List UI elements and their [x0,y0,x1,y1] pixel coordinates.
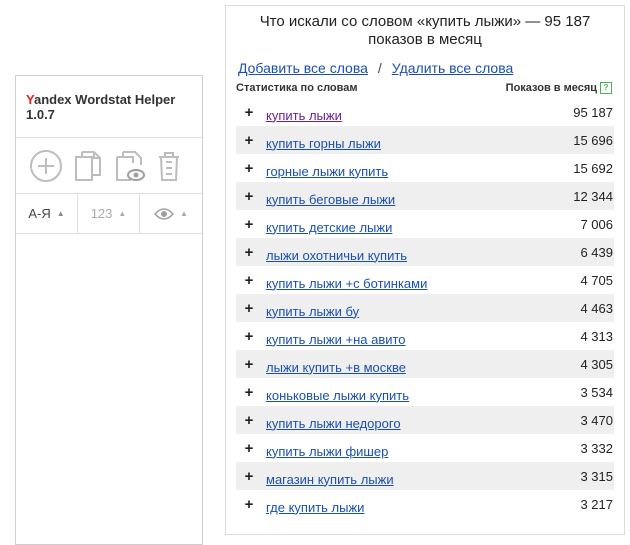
phrase-link[interactable]: лыжи охотничьи купить [266,248,580,263]
table-row: + купить лыжи фишер 3 332 [236,434,614,462]
eye-icon [154,207,175,220]
sort-alphabetical-button[interactable]: А-Я ▲ [16,194,77,233]
remove-all-words-link[interactable]: Удалить все слова [392,60,513,76]
phrase-count: 4 705 [580,272,613,288]
sort-arrow-up-icon: ▲ [180,209,188,218]
phrase-count: 15 692 [573,160,613,176]
panel-version: 1.0.7 [26,107,55,122]
help-icon[interactable]: ? [600,82,612,95]
table-row: + купить детские лыжи 7 006 [236,210,614,238]
table-row: + лыжи купить +в москве 4 305 [236,350,614,378]
phrase-count: 4 313 [580,328,613,344]
phrase-count: 3 470 [580,412,613,428]
add-phrase-plus-icon[interactable]: + [242,132,256,149]
sort-by-views-button[interactable]: ▲ [139,194,202,233]
add-phrase-plus-icon[interactable]: + [242,188,256,205]
table-row: + коньковые лыжи купить 3 534 [236,378,614,406]
sort-alphabetical-label: А-Я [28,206,51,221]
copy-button[interactable] [69,148,105,184]
trash-icon [159,151,179,181]
table-row: + купить лыжи недорого 3 470 [236,406,614,434]
table-row: + где купить лыжи 3 217 [236,490,614,518]
panel-toolbar [16,138,202,194]
phrase-link[interactable]: купить лыжи [266,108,573,123]
table-row: + купить лыжи бу 4 463 [236,294,614,322]
add-button[interactable] [28,148,64,184]
add-phrase-plus-icon[interactable]: + [242,216,256,233]
phrase-count: 6 439 [580,244,613,260]
phrase-count: 4 463 [580,300,613,316]
add-phrase-plus-icon[interactable]: + [242,328,256,345]
add-phrase-plus-icon[interactable]: + [242,356,256,373]
clear-button[interactable] [151,148,187,184]
phrase-link[interactable]: магазин купить лыжи [266,472,580,487]
add-phrase-plus-icon[interactable]: + [242,468,256,485]
add-phrase-plus-icon[interactable]: + [242,384,256,401]
table-row: + купить лыжи +на авито 4 313 [236,322,614,350]
plus-circle-icon [30,149,62,182]
wordstat-helper-panel: Yandex Wordstat Helper 1.0.7 А-Я ▲ 123 ▲… [15,75,203,545]
phrase-count: 3 315 [580,468,613,484]
add-phrase-plus-icon[interactable]: + [242,496,256,513]
phrase-link[interactable]: лыжи купить +в москве [266,360,580,375]
phrase-link[interactable]: купить горны лыжи [266,136,573,151]
phrase-link[interactable]: купить лыжи фишер [266,444,580,459]
phrase-link[interactable]: купить лыжи +с ботинками [266,276,580,291]
phrase-link[interactable]: купить лыжи бу [266,304,580,319]
phrase-count: 3 534 [580,384,613,400]
phrase-link[interactable]: купить детские лыжи [266,220,580,235]
copy-with-counts-button[interactable] [110,148,146,184]
add-phrase-plus-icon[interactable]: + [242,244,256,261]
sort-numeric-label: 123 [90,206,113,221]
phrase-link[interactable]: коньковые лыжи купить [266,388,580,403]
phrase-link[interactable]: купить лыжи +на авито [266,332,580,347]
table-row: + горные лыжи купить 15 692 [236,154,614,182]
table-row: + купить горны лыжи 15 696 [236,126,614,154]
panel-title-text: andex Wordstat Helper [33,92,176,107]
phrase-link[interactable]: купить беговые лыжи [266,192,573,207]
sort-arrow-up-icon: ▲ [118,209,127,218]
panel-title: Yandex Wordstat Helper 1.0.7 [16,76,202,138]
results-actions: Добавить все слова / Удалить все слова [226,58,624,78]
phrase-count: 3 332 [580,440,613,456]
table-row: + купить лыжи 95 187 [236,98,614,126]
table-row: + купить беговые лыжи 12 344 [236,182,614,210]
phrase-count: 95 187 [573,104,613,120]
add-all-words-link[interactable]: Добавить все слова [238,60,368,76]
results-title: Что искали со словом «купить лыжи» — 95 … [259,13,591,48]
actions-separator: / [377,60,382,76]
copy-icon [75,150,101,181]
column-count-header: Показов в месяц? [506,82,612,95]
add-phrase-plus-icon[interactable]: + [242,272,256,289]
phrase-count: 3 217 [580,496,613,512]
column-phrase-header: Статистика по словам [236,82,358,94]
phrase-link[interactable]: где купить лыжи [266,500,580,515]
add-phrase-plus-icon[interactable]: + [242,104,256,121]
table-header: Статистика по словам Показов в месяц? [236,80,612,96]
add-phrase-plus-icon[interactable]: + [242,440,256,457]
sort-numeric-button[interactable]: 123 ▲ [77,194,139,233]
phrase-link[interactable]: купить лыжи недорого [266,416,580,431]
add-phrase-plus-icon[interactable]: + [242,300,256,317]
add-phrase-plus-icon[interactable]: + [242,412,256,429]
table-row: + лыжи охотничьи купить 6 439 [236,238,614,266]
add-phrase-plus-icon[interactable]: + [242,160,256,177]
phrase-count: 12 344 [573,188,613,204]
wordstat-results: Что искали со словом «купить лыжи» — 95 … [225,5,625,535]
sort-arrow-up-icon: ▲ [56,209,65,218]
table-row: + купить лыжи +с ботинками 4 705 [236,266,614,294]
phrase-count: 15 696 [573,132,613,148]
phrase-count: 4 305 [580,356,613,372]
phrase-count: 7 006 [580,216,613,232]
results-table: + купить лыжи 95 187 + купить горны лыжи 15 6… [236,98,614,518]
brand-letter: Y [26,92,34,107]
phrase-link[interactable]: горные лыжи купить [266,164,573,179]
table-row: + магазин купить лыжи 3 315 [236,462,614,490]
copy-view-icon [116,150,145,181]
sort-bar: А-Я ▲ 123 ▲ ▲ [16,194,202,234]
